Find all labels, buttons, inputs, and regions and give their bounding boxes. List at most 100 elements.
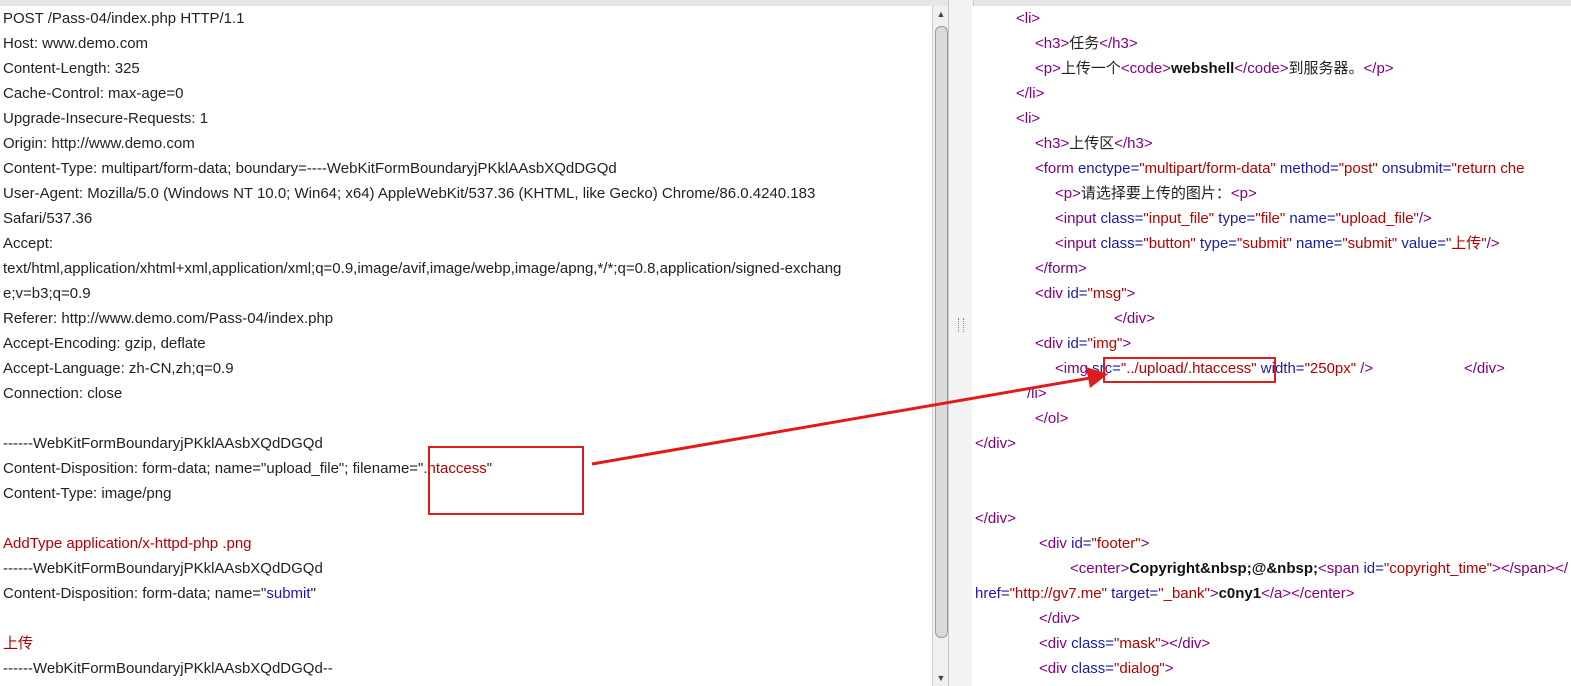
code-line: <form enctype="multipart/form-data" meth… bbox=[1035, 156, 1524, 181]
copyright-text: Copyright&nbsp;@&nbsp; bbox=[1129, 560, 1318, 577]
attr-value: "copyright_time" bbox=[1383, 560, 1493, 577]
attr-name: type= bbox=[1195, 235, 1238, 252]
attr-value: "multipart/form-data" bbox=[1139, 160, 1276, 177]
h3-tag: <h3> bbox=[1035, 35, 1070, 52]
div-close-tag: </div> bbox=[1114, 310, 1155, 327]
attr-value: "submit" bbox=[1237, 235, 1292, 252]
request-line: Safari/537.36 bbox=[3, 210, 93, 227]
code-close-tag: </code> bbox=[1234, 60, 1289, 77]
request-line: Origin: http://www.demo.com bbox=[3, 135, 195, 152]
attr-name: href= bbox=[975, 585, 1010, 602]
code-line: <div class="dialog"> bbox=[1039, 656, 1174, 681]
code-tag: <code> bbox=[1120, 60, 1171, 77]
form-close-tag: </form> bbox=[1035, 260, 1087, 277]
ol-close-tag: </ol> bbox=[1035, 410, 1069, 427]
div-tag: <div bbox=[1035, 335, 1068, 352]
code-line: </div> bbox=[1464, 356, 1505, 381]
request-line: POST /Pass-04/index.php HTTP/1.1 bbox=[3, 10, 245, 27]
center-close-tag: </center> bbox=[1291, 585, 1355, 602]
attr-name: id= bbox=[1067, 335, 1088, 352]
center-tag: <center> bbox=[1070, 560, 1130, 577]
content-disposition-text: Content-Disposition: form-data; name="up… bbox=[3, 460, 424, 477]
attr-value: "return che bbox=[1451, 160, 1525, 177]
scrollbar-thumb[interactable] bbox=[935, 26, 948, 638]
div-tag: <div bbox=[1039, 535, 1072, 552]
attr-name: target= bbox=[1106, 585, 1159, 602]
attr-name: type= bbox=[1214, 210, 1256, 227]
code-line: <div id="footer"> bbox=[1039, 531, 1149, 556]
code-line: </div> bbox=[1114, 306, 1155, 331]
request-line: Content-Type: multipart/form-data; bound… bbox=[3, 160, 617, 177]
code-line: <div id="img"> bbox=[1035, 331, 1131, 356]
code-line: </div> bbox=[975, 431, 1016, 456]
task-heading: 任务 bbox=[1069, 35, 1100, 52]
submit-disposition-line: Content-Disposition: form-data; name="su… bbox=[3, 581, 316, 606]
attr-value: "img" bbox=[1087, 335, 1123, 352]
p-tag: <p> bbox=[1035, 60, 1061, 77]
request-line: Accept: bbox=[3, 235, 54, 252]
attr-name: enctype= bbox=[1077, 160, 1140, 177]
code-line: </div> bbox=[1039, 606, 1080, 631]
gt-tag: > bbox=[1140, 535, 1150, 552]
div-close-tag: ></div> bbox=[1160, 635, 1211, 652]
attr-value: "上传" bbox=[1445, 235, 1487, 252]
attr-value: "post" bbox=[1338, 160, 1378, 177]
request-line: Accept-Language: zh-CN,zh;q=0.9 bbox=[3, 360, 234, 377]
gt-tag: > bbox=[1209, 585, 1219, 602]
selfclose-tag: /> bbox=[1486, 235, 1500, 252]
li-tag: <li> bbox=[1016, 110, 1041, 127]
request-line: ------WebKitFormBoundaryjPKklAAsbXQdDGQd bbox=[3, 435, 323, 452]
h3-close-tag: </h3> bbox=[1114, 135, 1153, 152]
choose-text: 请选择要上传的图片： bbox=[1080, 185, 1231, 202]
attr-name: class= bbox=[1100, 210, 1144, 227]
input-tag: <input bbox=[1055, 235, 1101, 252]
attr-value: "button" bbox=[1143, 235, 1196, 252]
request-line: text/html,application/xhtml+xml,applicat… bbox=[3, 260, 842, 277]
code-line: <div id="msg"> bbox=[1035, 281, 1135, 306]
request-scrollbar[interactable]: ▲ ▼ bbox=[932, 6, 949, 686]
splitter-grip-icon[interactable] bbox=[958, 318, 964, 332]
attr-name: id= bbox=[1363, 560, 1384, 577]
webshell-text: webshell bbox=[1170, 60, 1235, 77]
upload-value-line: 上传 bbox=[3, 635, 34, 652]
filename-highlight-box bbox=[428, 446, 584, 515]
scroll-up-arrow-icon[interactable]: ▲ bbox=[933, 6, 949, 22]
attr-value: "_bank" bbox=[1158, 585, 1210, 602]
request-editor[interactable]: POST /Pass-04/index.php HTTP/1.1 Host: w… bbox=[0, 6, 932, 686]
attr-value: "footer" bbox=[1091, 535, 1141, 552]
code-line: <h3>任务</h3> bbox=[1035, 31, 1138, 56]
request-line: Content-Length: 325 bbox=[3, 60, 140, 77]
request-line: ------WebKitFormBoundaryjPKklAAsbXQdDGQd… bbox=[3, 660, 333, 677]
attr-name: class= bbox=[1071, 660, 1115, 677]
upload-area-heading: 上传区 bbox=[1069, 135, 1115, 152]
src-highlight-box bbox=[1103, 357, 1276, 383]
attr-name: value= bbox=[1397, 235, 1446, 252]
attr-name: id= bbox=[1067, 285, 1088, 302]
request-line: Host: www.demo.com bbox=[3, 35, 149, 52]
request-line: Cache-Control: max-age=0 bbox=[3, 85, 184, 102]
task-text: 到服务器。 bbox=[1288, 60, 1364, 77]
code-line: </li> bbox=[1016, 81, 1044, 106]
li-close-tag: /li> bbox=[1027, 385, 1047, 402]
attr-value: "input_file" bbox=[1143, 210, 1215, 227]
p-tag: <p> bbox=[1230, 185, 1257, 202]
div-close-tag: </div> bbox=[1039, 610, 1080, 627]
addtype-line: AddType application/x-httpd-php .png bbox=[3, 535, 252, 552]
c0ny1-text: c0ny1 bbox=[1218, 585, 1262, 602]
response-viewer[interactable]: <li> <h3>任务</h3> <p>上传一个<code>webshell</… bbox=[972, 6, 1571, 686]
div-tag: <div bbox=[1039, 660, 1072, 677]
div-close-tag: </div> bbox=[1464, 360, 1505, 377]
attr-value: "upload_file" bbox=[1335, 210, 1419, 227]
code-line: </ol> bbox=[1035, 406, 1068, 431]
selfclose-tag: /> bbox=[1356, 360, 1374, 377]
scroll-down-arrow-icon[interactable]: ▼ bbox=[933, 670, 949, 686]
attr-value: "file" bbox=[1255, 210, 1286, 227]
attr-value: "msg" bbox=[1087, 285, 1127, 302]
request-line: Connection: close bbox=[3, 385, 123, 402]
code-line: href="http://gv7.me" target="_bank">c0ny… bbox=[975, 581, 1355, 606]
attr-value: "250px" bbox=[1304, 360, 1357, 377]
pane-splitter[interactable] bbox=[948, 0, 974, 686]
attr-name: name= bbox=[1285, 210, 1336, 227]
form-tag: <form bbox=[1035, 160, 1078, 177]
span-close-tag: ></span></ bbox=[1492, 560, 1569, 577]
